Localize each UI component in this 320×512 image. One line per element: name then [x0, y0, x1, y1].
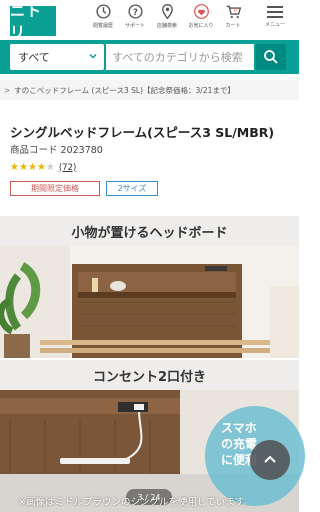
search-icon — [264, 50, 278, 64]
store-search-button[interactable]: 店舗検索 — [150, 3, 184, 29]
breadcrumb[interactable]: > すのこベッドフレーム (スピース3 SL)【記念祭価格：3/21まで】 — [0, 80, 299, 100]
hamburger-icon — [258, 6, 292, 18]
category-select-value: すべて — [18, 51, 50, 64]
star-icon: ★ — [36, 162, 46, 173]
star-icon: ★ — [10, 162, 19, 173]
support-label: サポート — [124, 23, 145, 29]
svg-text:?: ? — [133, 8, 138, 18]
search-input[interactable]: すべてのカテゴリから検索 — [106, 44, 254, 70]
cart-icon: 0 — [226, 5, 241, 19]
product-code-label: 商品コード — [10, 145, 58, 156]
history-icon — [95, 4, 111, 19]
bubble-line: スマホ — [221, 421, 257, 435]
star-icon: ★ — [18, 162, 28, 173]
product-code: 商品コード 2023780 — [10, 142, 103, 156]
site-header: ニトリ 閲覧履歴 ? サポート 店舗検索 お気に入り 0 カート メニュー — [0, 0, 299, 41]
search-bar: すべて すべてのカテゴリから検索 — [0, 40, 299, 74]
section-heading-outlet: コンセント2口付き — [0, 360, 299, 390]
chevron-right-icon: > — [4, 85, 11, 95]
history-button[interactable]: 閲覧履歴 — [86, 3, 120, 29]
review-count-link[interactable]: (72) — [59, 163, 76, 173]
cart-badge: 0 — [233, 8, 236, 14]
help-icon: ? — [127, 4, 143, 19]
size-count-badge[interactable]: 2サイズ — [106, 181, 158, 196]
history-label: 閲覧履歴 — [92, 23, 113, 29]
cart-button[interactable]: 0 カート — [216, 3, 250, 29]
menu-label: メニュー — [264, 22, 285, 28]
category-select[interactable]: すべて — [10, 44, 104, 70]
breadcrumb-text: すのこベッドフレーム (スピース3 SL)【記念祭価格：3/21まで】 — [14, 85, 235, 95]
support-button[interactable]: ? サポート — [118, 3, 152, 29]
search-button[interactable] — [256, 44, 286, 70]
menu-button[interactable]: メニュー — [258, 3, 292, 28]
chevron-up-icon — [264, 455, 276, 463]
nitori-logo[interactable]: ニトリ — [10, 2, 56, 41]
star-icon: ★ — [27, 162, 37, 173]
store-label: 店舗検索 — [156, 23, 177, 29]
favorites-label: お気に入り — [188, 23, 214, 29]
limited-price-badge: 期間限定価格 — [10, 181, 100, 196]
location-pin-icon — [161, 4, 173, 20]
cart-label: カート — [225, 23, 241, 29]
section-heading-headboard: 小物が置けるヘッドボード — [0, 216, 299, 246]
chevron-down-icon — [89, 53, 97, 59]
heart-icon — [193, 4, 209, 19]
headboard-photo — [0, 246, 299, 358]
product-code-value: 2023780 — [60, 145, 103, 156]
star-empty-icon: ★ — [45, 162, 55, 173]
favorites-button[interactable]: お気に入り — [184, 3, 218, 29]
product-title: シングルベッドフレーム(スピース3 SL/MBR) — [10, 125, 275, 140]
scroll-to-top-button[interactable] — [250, 440, 290, 480]
rating: ★ ★ ★ ★ ★ (72) — [10, 162, 76, 173]
image-caption: ※画像はミドルブラウンのシングルを使用しています。 — [18, 497, 253, 508]
